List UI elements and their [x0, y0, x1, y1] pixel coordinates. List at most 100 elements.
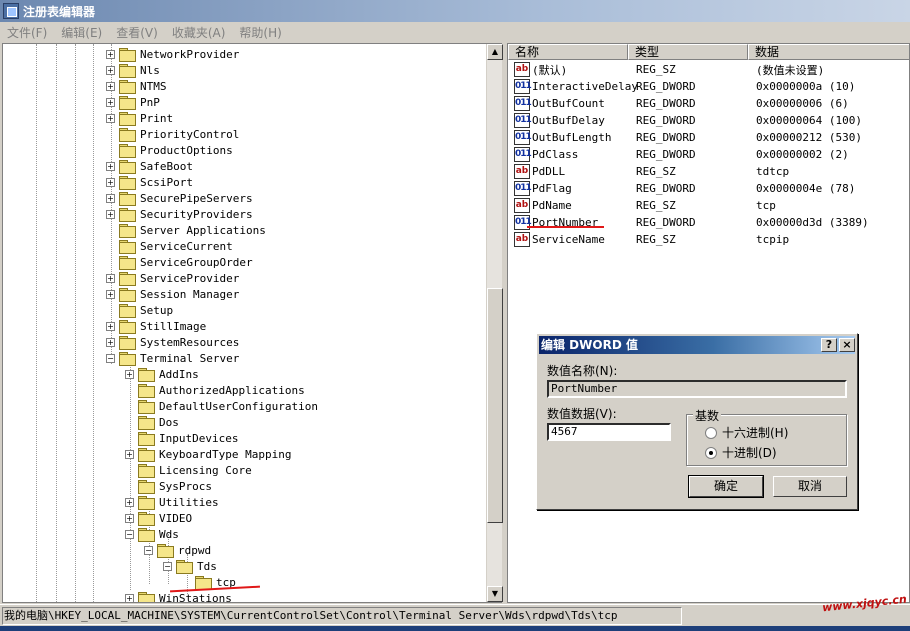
collapse-icon[interactable]: − [106, 353, 115, 363]
tree-node[interactable]: − rdpwd [144, 542, 211, 558]
expand-icon[interactable]: + [125, 497, 134, 507]
value-data: 0x0000004e (78) [756, 182, 856, 195]
radio-hexadecimal[interactable]: 十六进制(H) [705, 424, 788, 441]
value-name: OutBufLength [532, 131, 612, 144]
expand-icon[interactable]: + [106, 49, 115, 59]
expand-icon[interactable]: + [125, 593, 134, 602]
tree-node[interactable]: + SafeBoot [106, 158, 193, 174]
expand-icon[interactable]: + [125, 369, 134, 379]
value-row[interactable]: 011 PortNumber REG_DWORD 0x00000d3d (3389) [508, 214, 909, 231]
value-name: (默认) [532, 63, 568, 77]
value-row[interactable]: ab ServiceName REG_SZ tcpip [508, 231, 909, 248]
value-row[interactable]: ab PdDLL REG_SZ tdtcp [508, 163, 909, 180]
expand-icon[interactable]: + [106, 177, 115, 187]
tree-node[interactable]: + Print [106, 110, 173, 126]
scroll-down-button[interactable]: ▼ [487, 586, 503, 602]
expand-icon[interactable]: + [125, 513, 134, 523]
value-row[interactable]: ab (默认) REG_SZ (数值未设置) [508, 61, 909, 78]
value-row[interactable]: 011 OutBufCount REG_DWORD 0x00000006 (6) [508, 95, 909, 112]
radio-dec-dot[interactable] [705, 446, 717, 459]
tree-node[interactable]: + NTMS [106, 78, 167, 94]
collapse-icon[interactable]: − [163, 561, 172, 571]
tree-node[interactable]: InputDevices [125, 430, 238, 446]
tree-node[interactable]: + SecurePipeServers [106, 190, 253, 206]
cancel-button[interactable]: 取消 [773, 476, 847, 497]
expand-icon[interactable]: + [106, 193, 115, 203]
tree-node[interactable]: AuthorizedApplications [125, 382, 305, 398]
tree-node[interactable]: + SecurityProviders [106, 206, 253, 222]
menu-help[interactable]: 帮助(H) [232, 24, 288, 41]
value-row[interactable]: 011 OutBufLength REG_DWORD 0x00000212 (530) [508, 129, 909, 146]
tree-node-label: PriorityControl [140, 127, 240, 141]
tree-node-label: Nls [140, 63, 160, 77]
value-type: REG_DWORD [636, 131, 696, 144]
tree-node[interactable]: ServiceCurrent [106, 238, 233, 254]
tree-node[interactable]: Licensing Core [125, 462, 252, 478]
value-row[interactable]: 011 PdFlag REG_DWORD 0x0000004e (78) [508, 180, 909, 197]
tree-node[interactable]: + NetworkProvider [106, 46, 239, 62]
expand-icon[interactable]: + [106, 97, 115, 107]
tree-node[interactable]: Setup [106, 302, 173, 318]
tree-node[interactable]: + SystemResources [106, 334, 239, 350]
scroll-up-button[interactable]: ▲ [487, 44, 503, 60]
tree-node-label: InputDevices [159, 431, 239, 445]
expand-icon[interactable]: + [106, 337, 115, 347]
tree-node[interactable]: + Utilities [125, 494, 219, 510]
menu-favorites[interactable]: 收藏夹(A) [165, 24, 233, 41]
tree-vertical-scrollbar[interactable]: ▲ ▼ [486, 44, 503, 602]
tree-node[interactable]: + Session Manager [106, 286, 239, 302]
tree-node[interactable]: Dos [125, 414, 179, 430]
radio-hex-dot[interactable] [705, 426, 717, 439]
menu-file[interactable]: 文件(F) [0, 24, 54, 41]
tree-node[interactable]: − Terminal Server [106, 350, 239, 366]
tree-node[interactable]: PriorityControl [106, 126, 239, 142]
registry-value-list[interactable]: 名称 类型 数据 ab (默认) REG_SZ (数值未设置) 011 Interacti… [507, 43, 910, 603]
expand-icon[interactable]: + [106, 321, 115, 331]
tree-node[interactable]: + ServiceProvider [106, 270, 239, 286]
tree-node[interactable]: + KeyboardType Mapping [125, 446, 291, 462]
value-name: InteractiveDelay [532, 80, 638, 93]
expand-icon[interactable]: + [125, 449, 134, 459]
value-row[interactable]: 011 OutBufDelay REG_DWORD 0x00000064 (100) [508, 112, 909, 129]
ok-button[interactable]: 确定 [688, 475, 764, 498]
radio-decimal[interactable]: 十进制(D) [705, 444, 777, 461]
tree-node[interactable]: + Nls [106, 62, 160, 78]
menu-view[interactable]: 查看(V) [109, 24, 165, 41]
collapse-icon[interactable]: − [125, 529, 134, 539]
expand-icon[interactable]: + [106, 273, 115, 283]
tree-node[interactable]: − Tds [163, 558, 217, 574]
tree-node[interactable]: + WinStations [125, 590, 232, 602]
expand-icon[interactable]: + [106, 161, 115, 171]
column-header-name[interactable]: 名称 [508, 44, 628, 60]
dialog-help-button[interactable]: ? [821, 338, 837, 352]
tree-node[interactable]: + VIDEO [125, 510, 192, 526]
expand-icon[interactable]: + [106, 289, 115, 299]
tree-node[interactable]: + AddIns [125, 366, 199, 382]
tree-node[interactable]: + ScsiPort [106, 174, 193, 190]
value-data-input[interactable]: 4567 [547, 423, 671, 441]
folder-icon [119, 256, 136, 270]
registry-key-tree[interactable]: + NetworkProvider + Nls + NTMS + PnP + Print Prior… [2, 43, 502, 603]
tree-node[interactable]: + StillImage [106, 318, 206, 334]
menu-edit[interactable]: 编辑(E) [54, 24, 109, 41]
tree-node[interactable]: ServiceGroupOrder [106, 254, 253, 270]
value-row[interactable]: 011 PdClass REG_DWORD 0x00000002 (2) [508, 146, 909, 163]
tree-node[interactable]: ProductOptions [106, 142, 233, 158]
collapse-icon[interactable]: − [144, 545, 153, 555]
tree-node-label: SysProcs [159, 479, 212, 493]
expand-icon[interactable]: + [106, 209, 115, 219]
tree-node[interactable]: + PnP [106, 94, 160, 110]
column-header-data[interactable]: 数据 [748, 44, 909, 60]
tree-node[interactable]: SysProcs [125, 478, 212, 494]
expand-icon[interactable]: + [106, 65, 115, 75]
value-row[interactable]: 011 InteractiveDelay REG_DWORD 0x0000000a (… [508, 78, 909, 95]
dialog-close-button[interactable]: × [839, 338, 855, 352]
scroll-thumb[interactable] [487, 288, 503, 523]
tree-node[interactable]: − Wds [125, 526, 179, 542]
value-row[interactable]: ab PdName REG_SZ tcp [508, 197, 909, 214]
expand-icon[interactable]: + [106, 113, 115, 123]
column-header-type[interactable]: 类型 [628, 44, 748, 60]
tree-node[interactable]: Server Applications [106, 222, 266, 238]
tree-node[interactable]: DefaultUserConfiguration [125, 398, 318, 414]
expand-icon[interactable]: + [106, 81, 115, 91]
